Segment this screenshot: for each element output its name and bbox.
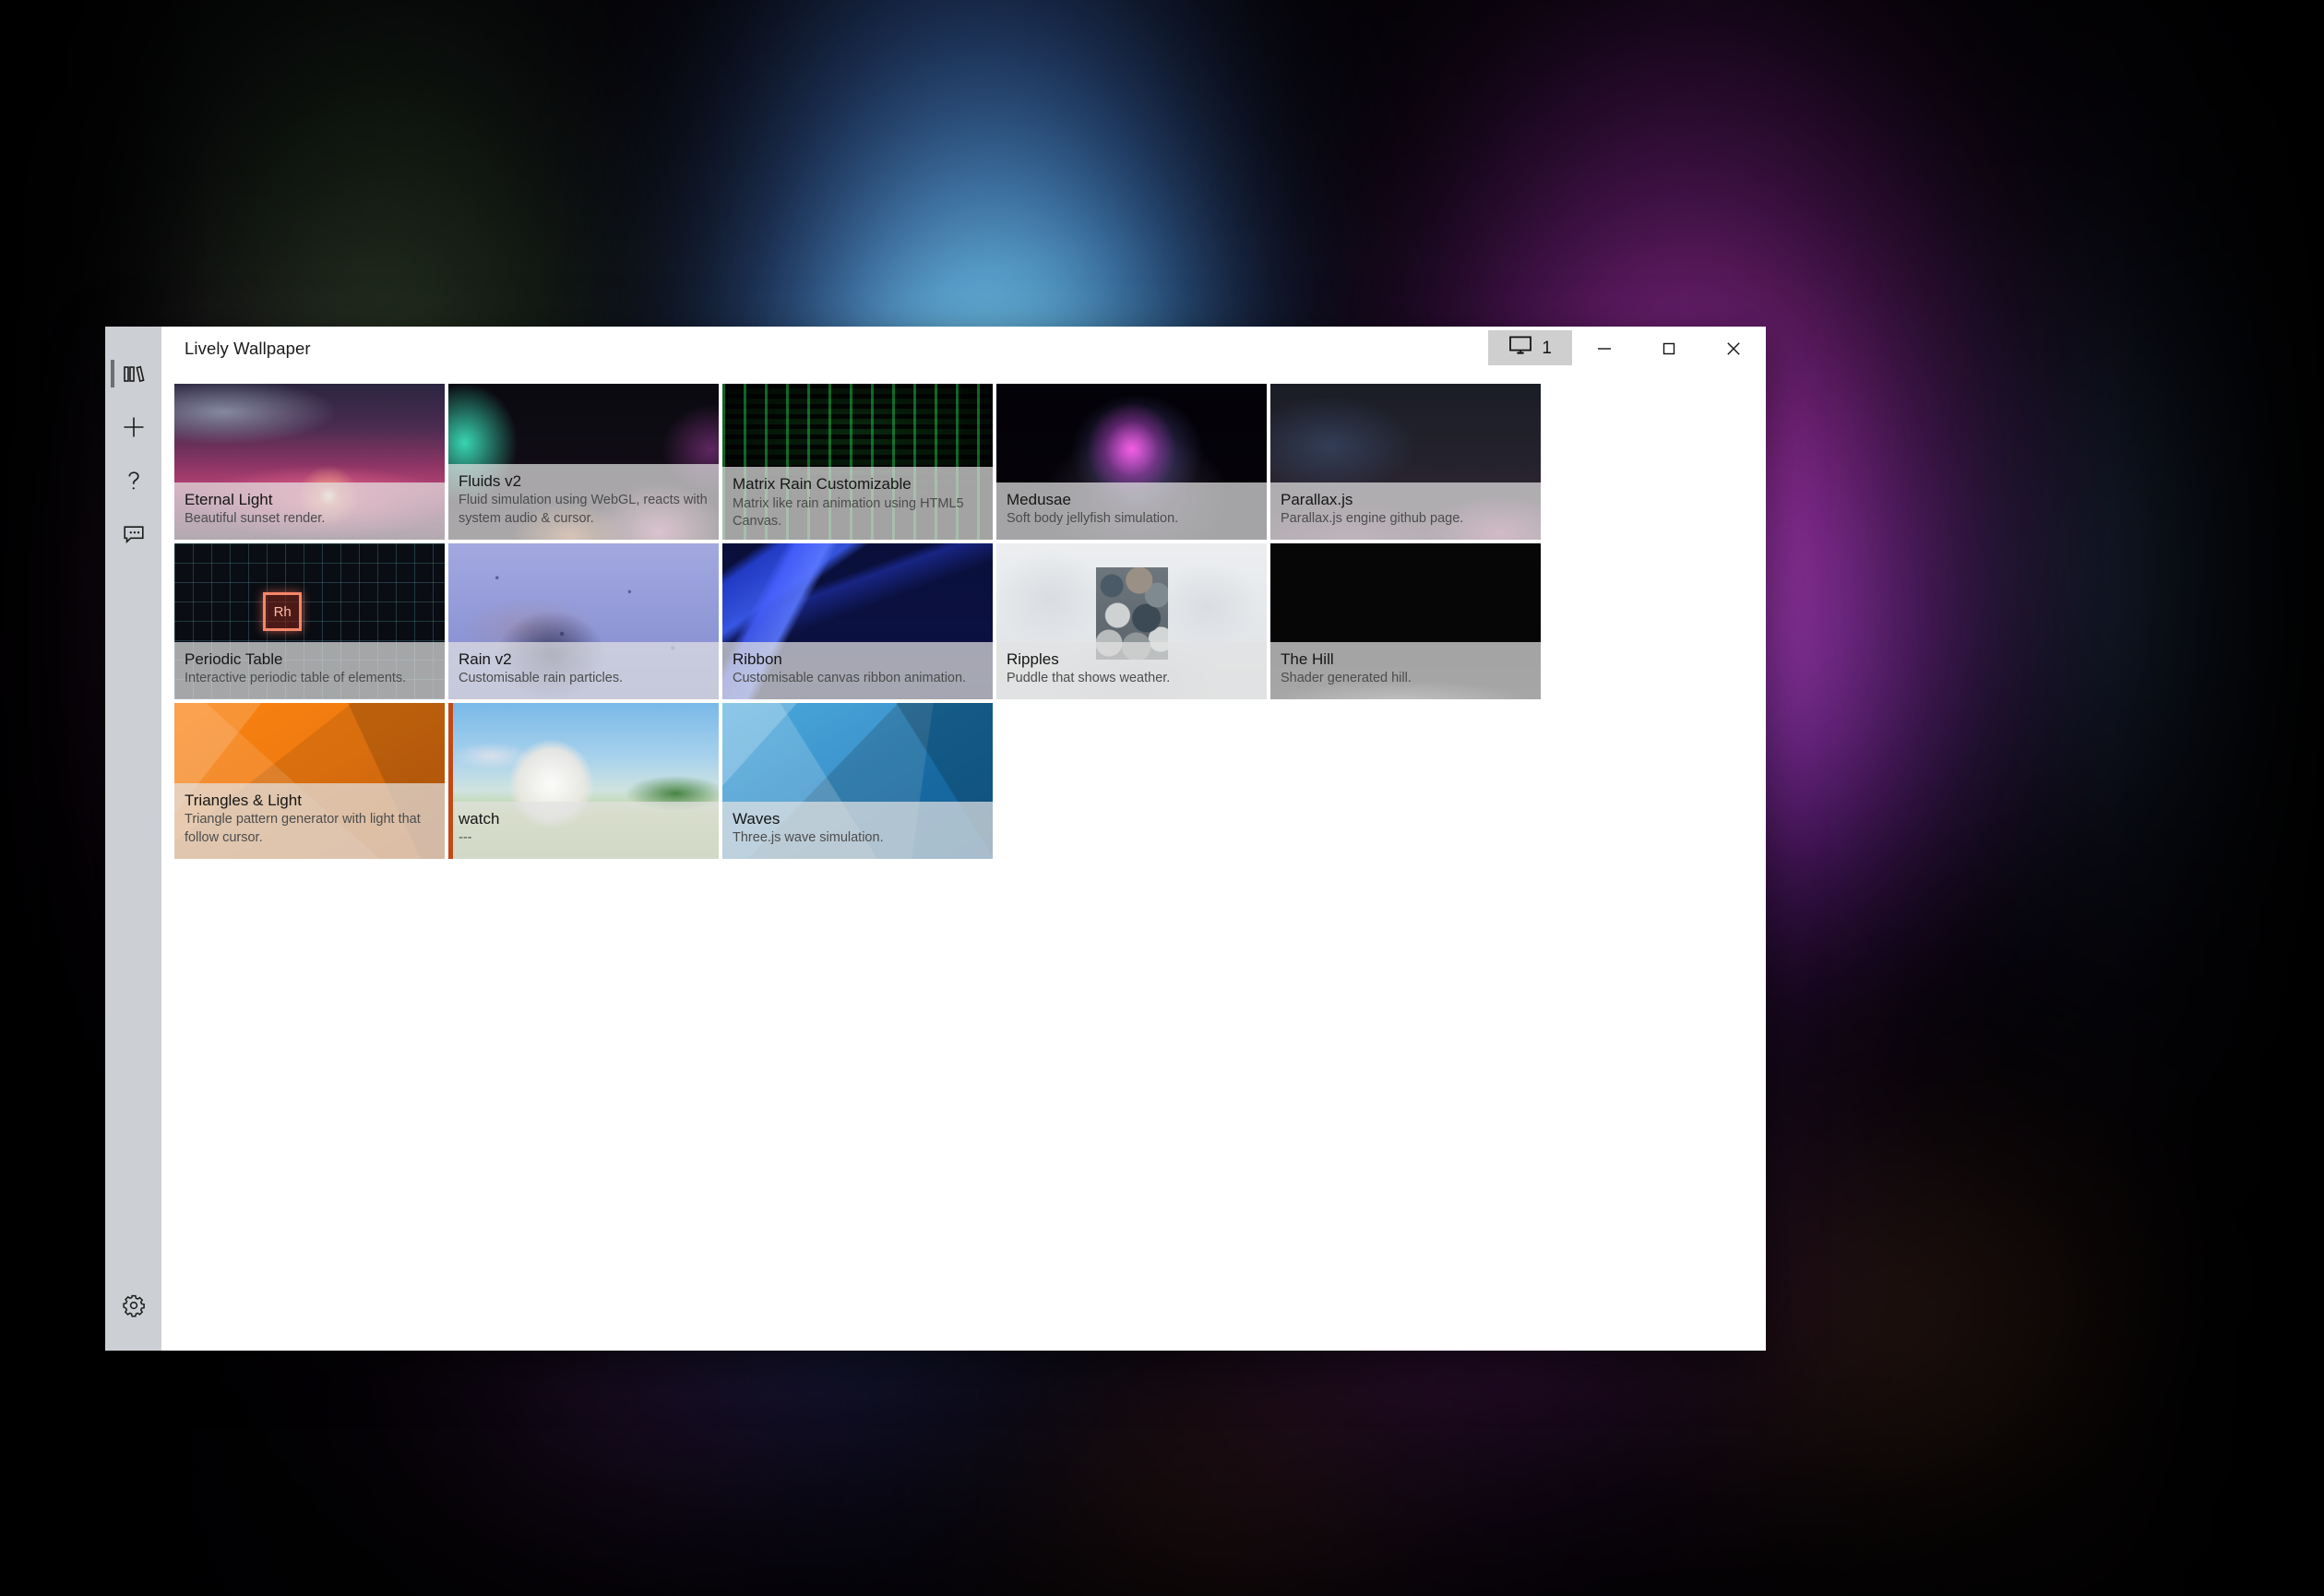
wallpaper-card[interactable]: Eternal Light Beautiful sunset render. xyxy=(174,384,445,540)
wallpaper-description: Three.js wave simulation. xyxy=(733,830,884,846)
wallpaper-title: Parallax.js xyxy=(1281,491,1353,508)
wallpaper-card[interactable]: Parallax.js Parallax.js engine github pag… xyxy=(1270,384,1541,540)
wallpaper-grid: Eternal Light Beautiful sunset render. Flu… xyxy=(174,384,1766,863)
library-books-icon xyxy=(122,363,146,385)
wallpaper-title: Waves xyxy=(733,810,781,828)
wallpaper-caption: Periodic Table Interactive periodic table… xyxy=(174,642,445,699)
screen-selector-button[interactable]: 1 xyxy=(1488,330,1572,365)
wallpaper-title: Ribbon xyxy=(733,650,782,668)
sidebar-item-library[interactable] xyxy=(105,347,161,400)
wallpaper-title: Rain v2 xyxy=(459,650,512,668)
wallpaper-description: Matrix like rain animation using HTML5 C… xyxy=(733,495,964,529)
sidebar-item-help[interactable] xyxy=(105,454,161,507)
wallpaper-description: Customisable rain particles. xyxy=(459,671,624,686)
wallpaper-title: Fluids v2 xyxy=(459,472,522,490)
wallpaper-description: --- xyxy=(459,830,472,846)
wallpaper-description: Parallax.js engine github page. xyxy=(1281,511,1464,527)
wallpaper-card[interactable]: watch --- xyxy=(448,703,719,859)
wallpaper-card[interactable]: Rh Periodic Table Interactive periodic tab… xyxy=(174,543,445,699)
wallpaper-title: Medusae xyxy=(1007,491,1071,508)
wallpaper-card[interactable]: Ribbon Customisable canvas ribbon animati… xyxy=(722,543,993,699)
screen-count-label: 1 xyxy=(1542,338,1552,358)
navigation-rail xyxy=(105,327,161,1351)
gear-icon xyxy=(122,1293,146,1317)
window-body: Lively Wallpaper 1 Eternal Light Beautif… xyxy=(161,327,1766,1351)
wallpaper-title: Ripples xyxy=(1007,650,1059,668)
wallpaper-title: Matrix Rain Customizable xyxy=(733,475,912,494)
wallpaper-description: Customisable canvas ribbon animation. xyxy=(733,671,967,686)
periodic-highlighted-element: Rh xyxy=(263,592,303,632)
plus-icon xyxy=(122,415,146,439)
wallpaper-caption: Waves Three.js wave simulation. xyxy=(722,802,993,859)
wallpaper-description: Fluid simulation using WebGL, reacts wit… xyxy=(459,493,708,526)
monitor-icon xyxy=(1508,335,1532,361)
wallpaper-description: Soft body jellyfish simulation. xyxy=(1007,511,1179,527)
wallpaper-card[interactable]: Medusae Soft body jellyfish simulation. xyxy=(996,384,1267,540)
wallpaper-title: Periodic Table xyxy=(185,650,283,668)
wallpaper-description: Shader generated hill. xyxy=(1281,671,1412,686)
wallpaper-caption: Eternal Light Beautiful sunset render. xyxy=(174,482,445,540)
wallpaper-caption: Ribbon Customisable canvas ribbon animati… xyxy=(722,642,993,699)
wallpaper-card[interactable]: Waves Three.js wave simulation. xyxy=(722,703,993,859)
wallpaper-title: The Hill xyxy=(1281,650,1334,668)
wallpaper-card[interactable]: Fluids v2 Fluid simulation using WebGL, r… xyxy=(448,384,719,540)
wallpaper-description: Triangle pattern generator with light th… xyxy=(185,812,421,845)
wallpaper-card[interactable]: Rain v2 Customisable rain particles. xyxy=(448,543,719,699)
library-scroll-area[interactable]: Eternal Light Beautiful sunset render. Flu… xyxy=(161,370,1766,1351)
sidebar-item-feedback[interactable] xyxy=(105,507,161,561)
close-button[interactable] xyxy=(1701,327,1766,370)
wallpaper-card[interactable]: Triangles & Light Triangle pattern genera… xyxy=(174,703,445,859)
wallpaper-caption: Ripples Puddle that shows weather. xyxy=(996,642,1267,699)
title-bar: Lively Wallpaper 1 xyxy=(161,327,1766,370)
wallpaper-description: Beautiful sunset render. xyxy=(185,511,326,527)
wallpaper-caption: Rain v2 Customisable rain particles. xyxy=(448,642,719,699)
wallpaper-caption: The Hill Shader generated hill. xyxy=(1270,642,1541,699)
wallpaper-caption: Matrix Rain Customizable Matrix like rain… xyxy=(722,467,993,540)
wallpaper-caption: Parallax.js Parallax.js engine github pag… xyxy=(1270,482,1541,540)
wallpaper-caption: Fluids v2 Fluid simulation using WebGL, r… xyxy=(448,464,719,540)
wallpaper-card[interactable]: Ripples Puddle that shows weather. xyxy=(996,543,1267,699)
wallpaper-caption: Medusae Soft body jellyfish simulation. xyxy=(996,482,1267,540)
lively-wallpaper-window: Lively Wallpaper 1 Eternal Light Beautif… xyxy=(105,327,1766,1351)
wallpaper-title: Triangles & Light xyxy=(185,792,302,809)
wallpaper-caption: Triangles & Light Triangle pattern genera… xyxy=(174,783,445,859)
wallpaper-description: Puddle that shows weather. xyxy=(1007,671,1171,686)
titlebar-drag-area[interactable] xyxy=(311,327,1489,370)
app-title: Lively Wallpaper xyxy=(185,339,311,358)
minimize-button[interactable] xyxy=(1572,327,1637,370)
wallpaper-caption: watch --- xyxy=(448,802,719,859)
maximize-button[interactable] xyxy=(1637,327,1701,370)
sidebar-item-settings[interactable] xyxy=(105,1279,161,1332)
wallpaper-card[interactable]: The Hill Shader generated hill. xyxy=(1270,543,1541,699)
sidebar-item-add-wallpaper[interactable] xyxy=(105,400,161,454)
wallpaper-card[interactable]: Matrix Rain Customizable Matrix like rain… xyxy=(722,384,993,540)
wallpaper-title: watch xyxy=(459,810,500,828)
wallpaper-description: Interactive periodic table of elements. xyxy=(185,671,407,686)
comment-bubble-icon xyxy=(122,523,146,545)
question-mark-icon xyxy=(122,469,146,493)
wallpaper-title: Eternal Light xyxy=(185,491,273,508)
